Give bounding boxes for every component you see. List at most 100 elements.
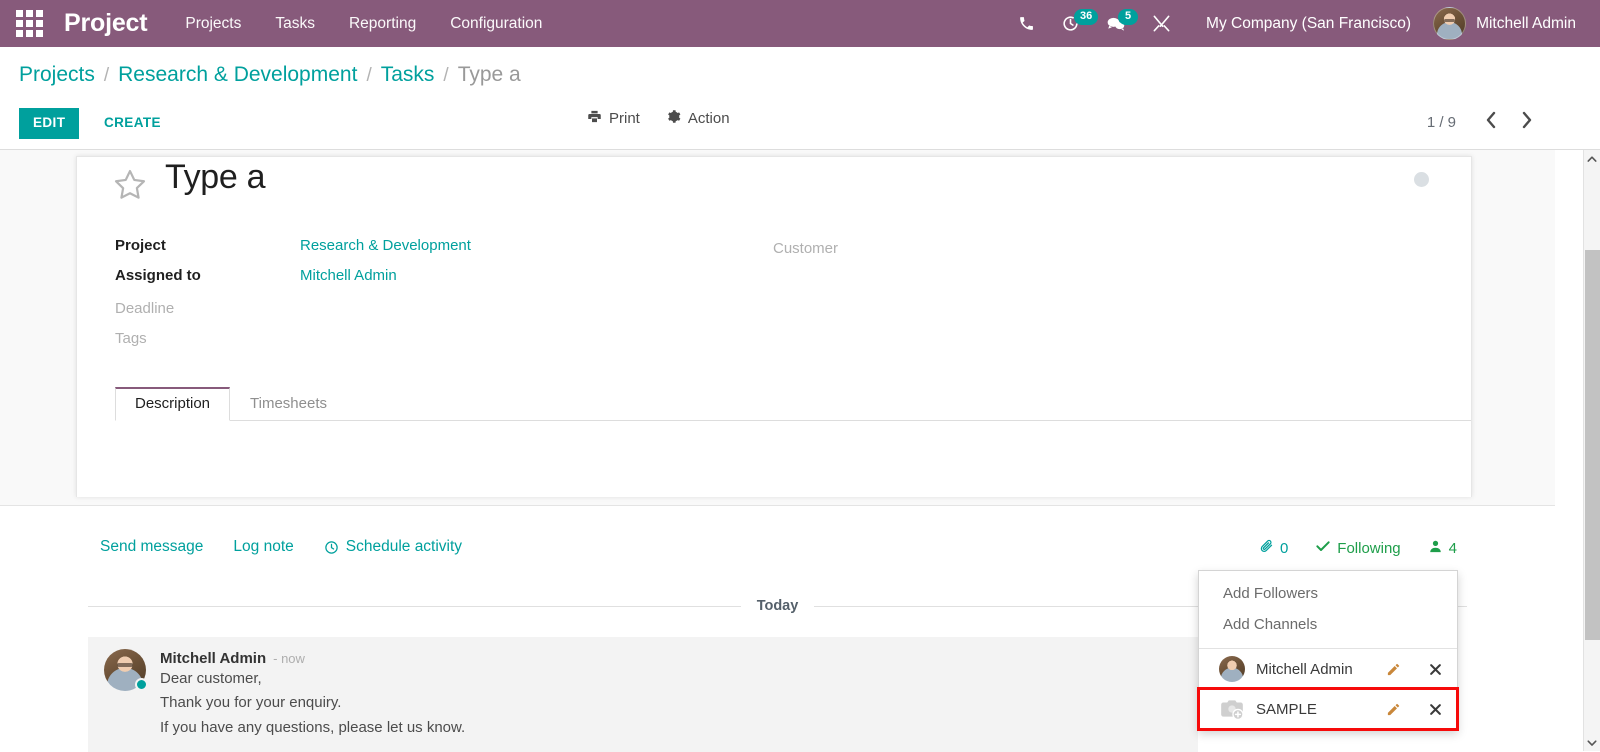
create-button[interactable]: CREATE [92, 108, 173, 139]
user-name-label: Mitchell Admin [1476, 14, 1576, 32]
breadcrumb-current-record: Type a [457, 63, 521, 86]
messages-count-badge: 5 [1118, 9, 1139, 26]
star-outline-icon[interactable] [111, 166, 149, 209]
form-fields-right-column: Customer [773, 237, 1373, 267]
chevron-right-icon[interactable] [1512, 109, 1542, 135]
apps-grid-icon[interactable] [12, 7, 46, 41]
print-button[interactable]: Print [587, 109, 640, 128]
follower-row[interactable]: Mitchell Admin [1199, 649, 1457, 689]
message-body: Mitchell Admin - now Dear customer, Than… [160, 649, 465, 742]
company-switcher[interactable]: My Company (San Francisco) [1184, 15, 1427, 33]
edit-button[interactable]: EDIT [19, 108, 80, 139]
menu-item-tasks[interactable]: Tasks [275, 15, 315, 33]
breadcrumb-separator: / [103, 65, 110, 86]
breadcrumb-item-tasks[interactable]: Tasks [381, 63, 435, 87]
message-line: Thank you for your enquiry. [160, 694, 342, 712]
notebook-tabs: Description Timesheets [115, 387, 1471, 421]
assigned-to-link[interactable]: Mitchell Admin [300, 267, 397, 284]
schedule-activity-button[interactable]: Schedule activity [324, 538, 462, 556]
messages-icon[interactable]: 5 [1093, 0, 1139, 47]
tags-input[interactable] [300, 327, 420, 343]
schedule-activity-label: Schedule activity [345, 538, 463, 555]
chatter-topbar: Send message Log note Schedule activity [0, 532, 1555, 572]
scrollbar-thumb[interactable] [1585, 250, 1600, 640]
close-icon[interactable] [1428, 662, 1443, 677]
paperclip-icon [1259, 539, 1274, 558]
field-customer: Customer [773, 237, 1373, 267]
activity-clock-icon[interactable]: 36 [1048, 0, 1099, 47]
breadcrumb-item-research-development[interactable]: Research & Development [118, 63, 357, 87]
chatter-stats: 0 Following 4 [1259, 538, 1457, 558]
field-value: Mitchell Admin [300, 267, 397, 284]
followers-dropdown: Add Followers Add Channels Mitchell Admi… [1197, 570, 1459, 731]
phone-icon[interactable] [1005, 0, 1048, 47]
add-followers-menu-item[interactable]: Add Followers [1199, 578, 1457, 609]
chevron-down-icon[interactable] [1584, 734, 1600, 751]
breadcrumb: Projects / Research & Development / Task… [19, 63, 521, 87]
message-author[interactable]: Mitchell Admin [160, 650, 266, 667]
page-title: Type a [165, 158, 266, 196]
printer-icon [587, 109, 602, 128]
breadcrumb-separator: / [366, 65, 372, 86]
menu-item-configuration[interactable]: Configuration [450, 15, 542, 33]
message-timestamp: - now [273, 651, 305, 666]
breadcrumb-item-projects[interactable]: Projects [19, 63, 95, 87]
field-label: Assigned to [115, 267, 201, 284]
action-label: Action [687, 110, 730, 127]
close-icon[interactable] [1428, 702, 1443, 717]
vertical-scrollbar[interactable] [1583, 150, 1600, 751]
field-label: Tags [115, 330, 147, 347]
project-link[interactable]: Research & Development [300, 237, 471, 254]
form-sheet: Type a Project Research & Development As… [76, 156, 1472, 497]
follower-name: SAMPLE [1256, 700, 1317, 718]
pencil-icon[interactable] [1386, 702, 1401, 717]
field-assigned-to: Assigned to Mitchell Admin [115, 267, 755, 297]
main-menu: Projects Tasks Reporting Configuration [185, 15, 542, 33]
chatter-message: Mitchell Admin - now Dear customer, Than… [88, 637, 1198, 752]
chevron-left-icon[interactable] [1476, 109, 1506, 135]
chevron-up-icon[interactable] [1584, 150, 1600, 167]
follower-row[interactable]: SAMPLE [1197, 687, 1459, 731]
field-label: Customer [773, 240, 839, 257]
message-header: Mitchell Admin - now [160, 650, 465, 667]
pencil-icon[interactable] [1386, 662, 1401, 677]
field-value: Research & Development [300, 237, 471, 254]
followers-button[interactable]: 4 [1428, 539, 1457, 558]
field-label: Project [115, 237, 166, 254]
field-project: Project Research & Development [115, 237, 755, 267]
add-channels-menu-item[interactable]: Add Channels [1199, 609, 1457, 640]
check-icon [1315, 538, 1331, 558]
field-deadline: Deadline [115, 297, 755, 327]
tab-panel-description[interactable] [77, 421, 1471, 497]
attachments-button[interactable]: 0 [1259, 539, 1288, 558]
control-panel: Projects / Research & Development / Task… [0, 47, 1600, 150]
app-brand-title[interactable]: Project [64, 9, 148, 38]
send-message-button[interactable]: Send message [100, 538, 203, 556]
action-button[interactable]: Action [666, 109, 730, 128]
deadline-input[interactable] [300, 297, 420, 313]
menu-item-reporting[interactable]: Reporting [349, 15, 416, 33]
navbar-right-tools: 36 5 My Company (San Francisco) Mitchell… [1005, 0, 1600, 47]
log-note-button[interactable]: Log note [233, 538, 293, 556]
customer-input[interactable] [958, 237, 1078, 253]
menu-item-projects[interactable]: Projects [185, 15, 241, 33]
breadcrumb-separator: / [443, 65, 449, 86]
following-toggle[interactable]: Following [1315, 538, 1401, 558]
developer-tools-icon[interactable] [1139, 0, 1184, 47]
day-separator-label: Today [740, 598, 815, 614]
pager-value: 1 / 9 [1426, 113, 1456, 131]
control-panel-tools: Print Action [587, 109, 730, 128]
user-icon [1428, 539, 1443, 558]
gear-icon [666, 109, 681, 128]
tab-timesheets[interactable]: Timesheets [230, 387, 347, 421]
user-menu[interactable]: Mitchell Admin [1427, 7, 1590, 40]
kanban-state-dot[interactable] [1414, 172, 1429, 187]
tab-description[interactable]: Description [115, 387, 231, 421]
message-line: If you have any questions, please let us… [160, 718, 466, 736]
clock-icon [324, 540, 339, 555]
field-tags: Tags [115, 327, 755, 357]
pager: 1 / 9 [1427, 109, 1542, 135]
chatter-action-links: Send message Log note Schedule activity [100, 538, 462, 556]
online-status-dot [135, 678, 148, 691]
form-fields-left-column: Project Research & Development Assigned … [115, 237, 755, 357]
